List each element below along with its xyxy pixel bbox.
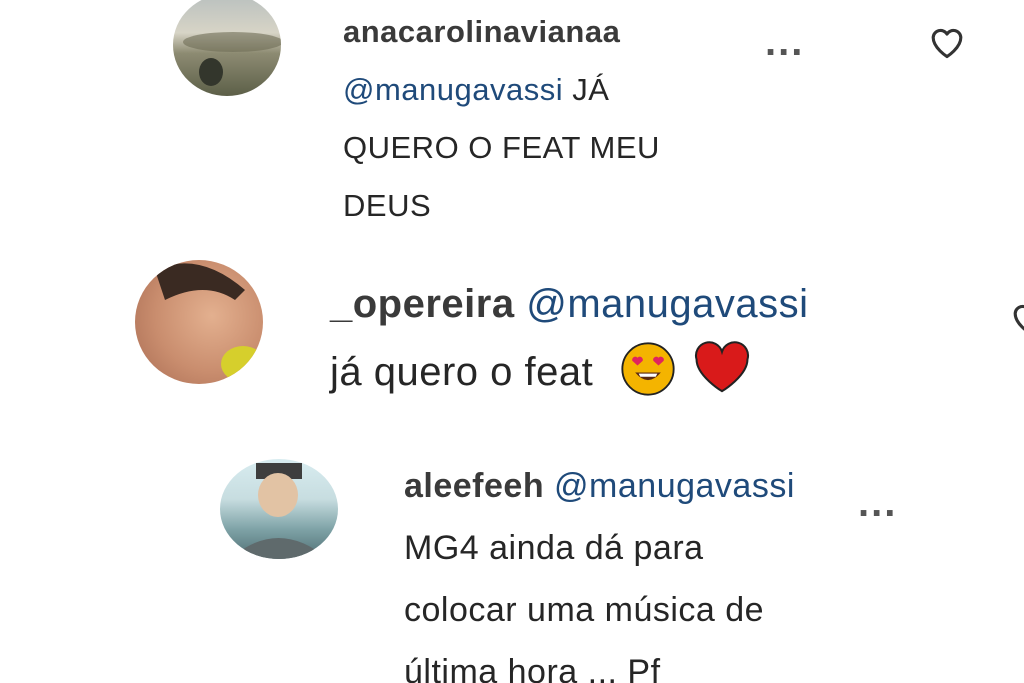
avatar[interactable]	[135, 260, 263, 384]
avatar-portrait-image	[155, 263, 263, 382]
avatar-portrait-image	[230, 463, 328, 559]
comment-item: _opereira @manugavassi já quero o feat	[0, 250, 1024, 410]
comment-text: JÁ	[563, 72, 610, 107]
avatar[interactable]	[173, 0, 281, 96]
fade-overlay	[800, 455, 1024, 565]
more-options-icon[interactable]: ...	[858, 483, 897, 523]
comment-username[interactable]: anacarolinavianaa	[343, 14, 620, 49]
red-heart-emoji	[694, 341, 749, 393]
heart-outline-icon[interactable]	[1008, 298, 1024, 341]
comment-text: já quero o feat	[330, 350, 594, 394]
comments-list: anacarolinavianaa @manugavassi JÁ QUERO …	[0, 0, 1024, 683]
comment-text: última hora ... Pf	[404, 653, 661, 683]
heart-eyes-emoji	[621, 342, 675, 396]
comment-mention[interactable]: @manugavassi	[554, 467, 795, 505]
comment-text: QUERO O FEAT MEU	[343, 130, 660, 165]
more-options-icon[interactable]: ...	[765, 22, 804, 62]
avatar[interactable]	[220, 459, 338, 559]
comment-username[interactable]: aleefeeh	[404, 467, 544, 505]
heart-outline-icon[interactable]	[926, 22, 968, 65]
avatar-landscape-image	[183, 32, 281, 86]
comment-mention[interactable]: @manugavassi	[343, 72, 563, 107]
comment-reply-item: aleefeeh @manugavassi MG4 ainda dá para …	[0, 455, 1024, 683]
comment-username[interactable]: _opereira	[330, 282, 515, 326]
comment-text: colocar uma música de	[404, 591, 765, 629]
comment-text: DEUS	[343, 188, 432, 223]
comment-text: MG4 ainda dá para	[404, 529, 704, 567]
comment-item: anacarolinavianaa @manugavassi JÁ QUERO …	[0, 0, 1024, 230]
comment-mention[interactable]: @manugavassi	[526, 282, 808, 326]
